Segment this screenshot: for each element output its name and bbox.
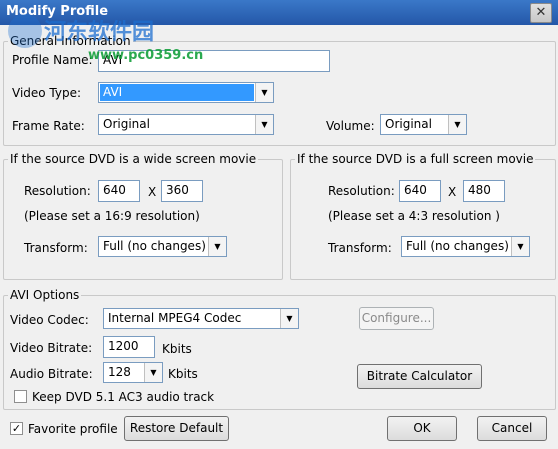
- wide-transform-value: Full (no changes): [103, 239, 206, 253]
- window-title: Modify Profile: [6, 4, 109, 19]
- chevron-down-icon: ▼: [255, 115, 273, 134]
- configure-button[interactable]: Configure...: [359, 307, 434, 330]
- checkmark-icon: ✓: [11, 422, 22, 435]
- bitrate-calculator-button[interactable]: Bitrate Calculator: [357, 364, 482, 389]
- wide-width-input[interactable]: 640: [98, 180, 140, 202]
- ok-button[interactable]: OK: [387, 416, 457, 441]
- video-codec-value: Internal MPEG4 Codec: [108, 311, 242, 325]
- chevron-down-icon: ▼: [255, 83, 273, 102]
- full-hint: (Please set a 4:3 resolution ): [328, 209, 500, 223]
- keep-ac3-checkbox[interactable]: [14, 390, 27, 403]
- chevron-down-icon: ▼: [208, 237, 226, 256]
- wide-height-input[interactable]: 360: [161, 180, 203, 202]
- frame-rate-value: Original: [103, 117, 150, 131]
- cancel-button[interactable]: Cancel: [477, 416, 547, 441]
- title-bar: Modify Profile ✕: [0, 0, 558, 25]
- wide-screen-legend: If the source DVD is a wide screen movie: [10, 152, 257, 166]
- video-type-label: Video Type:: [12, 86, 82, 100]
- frame-rate-label: Frame Rate:: [12, 119, 85, 133]
- wide-transform-label: Transform:: [24, 241, 88, 255]
- video-codec-select[interactable]: Internal MPEG4 Codec ▼: [103, 308, 299, 329]
- video-type-value: AVI: [100, 84, 254, 101]
- full-transform-label: Transform:: [328, 241, 392, 255]
- profile-name-label: Profile Name:: [12, 53, 93, 67]
- profile-name-input[interactable]: AVI: [98, 50, 330, 72]
- chevron-down-icon: ▼: [144, 363, 162, 382]
- full-resolution-label: Resolution:: [328, 184, 395, 198]
- audio-bitrate-value: 128: [108, 365, 131, 379]
- volume-label: Volume:: [326, 119, 375, 133]
- volume-select[interactable]: Original ▼: [380, 114, 467, 135]
- full-transform-select[interactable]: Full (no changes) ▼: [401, 236, 530, 257]
- wide-resolution-label: Resolution:: [24, 184, 91, 198]
- full-height-input[interactable]: 480: [463, 180, 505, 202]
- general-information-legend: General Information: [10, 34, 131, 48]
- audio-bitrate-label: Audio Bitrate:: [10, 367, 93, 381]
- close-icon: ✕: [535, 5, 547, 20]
- restore-default-button[interactable]: Restore Default: [124, 416, 229, 441]
- volume-value: Original: [385, 117, 432, 131]
- video-codec-label: Video Codec:: [10, 313, 89, 327]
- frame-rate-select[interactable]: Original ▼: [98, 114, 274, 135]
- chevron-down-icon: ▼: [280, 309, 298, 328]
- video-bitrate-unit: Kbits: [162, 342, 192, 356]
- avi-options-legend: AVI Options: [10, 288, 80, 302]
- chevron-down-icon: ▼: [448, 115, 466, 134]
- keep-ac3-label: Keep DVD 5.1 AC3 audio track: [32, 390, 215, 404]
- chevron-down-icon: ▼: [511, 237, 529, 256]
- audio-bitrate-unit: Kbits: [168, 367, 198, 381]
- wide-x-label: X: [148, 185, 157, 199]
- video-bitrate-label: Video Bitrate:: [10, 341, 93, 355]
- wide-hint: (Please set a 16:9 resolution): [24, 209, 200, 223]
- full-width-input[interactable]: 640: [399, 180, 441, 202]
- close-button[interactable]: ✕: [530, 3, 552, 23]
- full-x-label: X: [448, 185, 457, 199]
- video-type-select[interactable]: AVI ▼: [98, 82, 274, 103]
- video-bitrate-input[interactable]: 1200: [103, 336, 155, 358]
- full-transform-value: Full (no changes): [406, 239, 509, 253]
- full-screen-legend: If the source DVD is a full screen movie: [297, 152, 534, 166]
- wide-transform-select[interactable]: Full (no changes) ▼: [98, 236, 227, 257]
- favorite-profile-label: Favorite profile: [28, 422, 118, 436]
- audio-bitrate-select[interactable]: 128 ▼: [103, 362, 163, 383]
- favorite-profile-checkbox[interactable]: ✓: [10, 422, 23, 435]
